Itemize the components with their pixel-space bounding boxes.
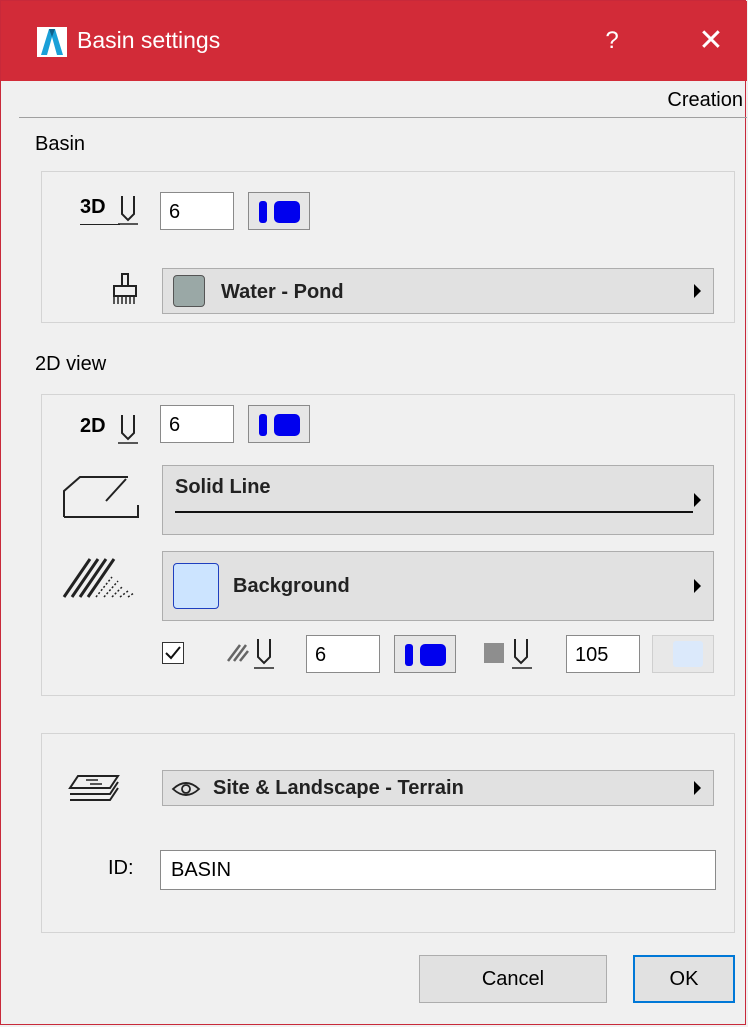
2d-pen-icon: 2D — [80, 409, 144, 449]
line-type-label: Solid Line — [175, 476, 271, 498]
window-title: Basin settings — [77, 27, 221, 53]
background-pen-input[interactable]: 105 — [566, 635, 640, 673]
layer-popup[interactable]: Site & Landscape - Terrain — [162, 770, 714, 806]
3d-pen-input[interactable]: 6 — [160, 192, 234, 230]
header-divider — [19, 117, 747, 118]
line-type-icon — [62, 471, 140, 519]
close-button[interactable]: ✕ — [691, 19, 731, 63]
basin-section-label: Basin — [35, 133, 86, 155]
fill-pen-icon — [226, 635, 280, 673]
fill-enabled-checkbox[interactable] — [162, 642, 184, 664]
fill-pen-input[interactable]: 6 — [306, 635, 380, 673]
chevron-right-icon — [694, 781, 701, 795]
id-input[interactable]: BASIN — [160, 850, 716, 890]
3d-pen-icon: 3D — [80, 190, 140, 230]
solid-line-preview — [175, 511, 693, 513]
fill-label: Background — [233, 575, 350, 597]
2d-pen-input[interactable]: 6 — [160, 405, 234, 443]
chevron-right-icon — [694, 284, 701, 298]
background-pen-color-swatch[interactable] — [652, 635, 714, 673]
eye-icon — [171, 780, 201, 798]
layer-id-group: Site & Landscape - Terrain ID: BASIN — [41, 733, 735, 933]
archicad-icon — [37, 27, 67, 57]
2d-view-section-label: 2D view — [35, 353, 107, 375]
basin-settings-dialog: Basin settings ? ✕ Creation Basin 3D 6 W — [0, 0, 747, 1025]
surface-label: Water - Pond — [221, 281, 344, 303]
creation-tab[interactable]: Creation — [667, 89, 743, 112]
3d-pen-color-swatch[interactable] — [248, 192, 310, 230]
chevron-right-icon — [694, 579, 701, 593]
background-pen-icon — [482, 635, 542, 673]
help-button[interactable]: ? — [597, 21, 627, 61]
fill-swatch — [173, 563, 219, 609]
surface-popup[interactable]: Water - Pond — [162, 268, 714, 314]
ok-button[interactable]: OK — [633, 955, 735, 1003]
layer-label: Site & Landscape - Terrain — [213, 777, 464, 799]
2d-pen-color-swatch[interactable] — [248, 405, 310, 443]
fill-popup[interactable]: Background — [162, 551, 714, 621]
chevron-right-icon — [694, 493, 701, 507]
surface-swatch — [173, 275, 205, 307]
paintbrush-icon — [110, 272, 142, 308]
title-bar: Basin settings ? ✕ — [1, 1, 747, 81]
basin-group: 3D 6 Water - Pond — [41, 171, 735, 323]
id-label: ID: — [108, 857, 134, 879]
fill-hatch-icon — [62, 555, 142, 601]
fill-pen-color-swatch[interactable] — [394, 635, 456, 673]
2d-view-group: 2D 6 Solid Line Background 6 105 — [41, 394, 735, 696]
layer-stack-icon — [66, 772, 122, 808]
cancel-button[interactable]: Cancel — [419, 955, 607, 1003]
line-type-popup[interactable]: Solid Line — [162, 465, 714, 535]
